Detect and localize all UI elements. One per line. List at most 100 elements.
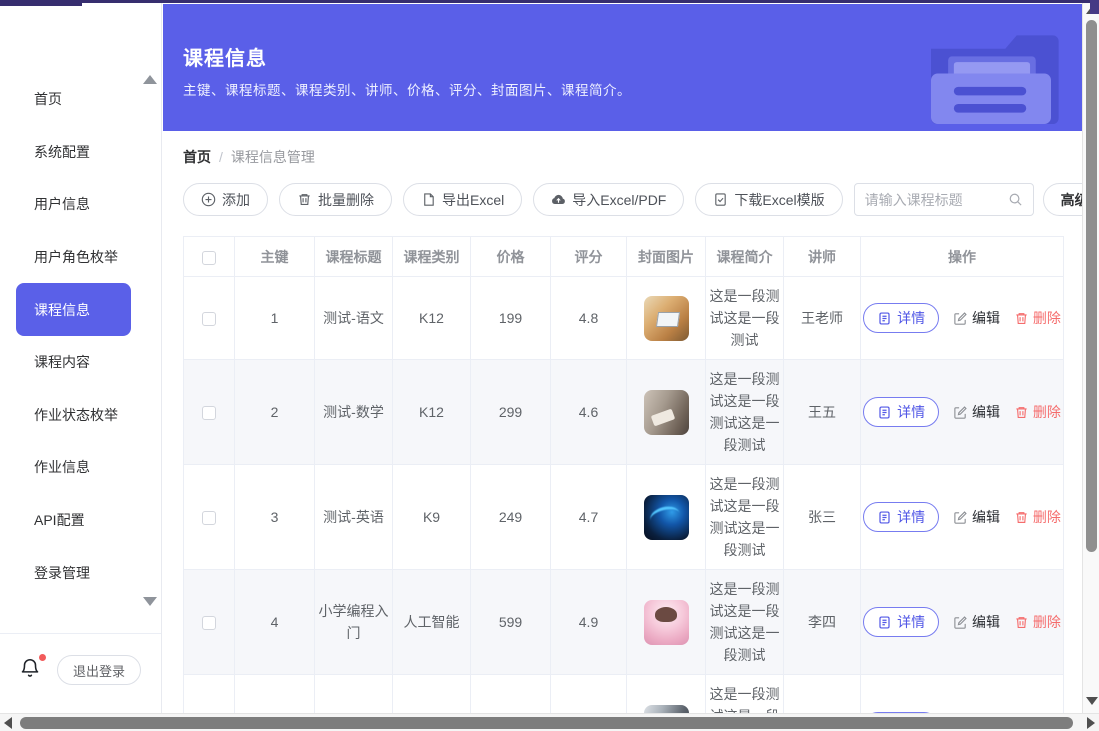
cell-course-category: K9 <box>393 675 471 714</box>
row-checkbox[interactable] <box>202 406 216 420</box>
sidebar-item[interactable]: 用户角色枚举 <box>0 231 161 284</box>
download-template-button[interactable]: 下载Excel模版 <box>695 183 842 216</box>
cell-price: 249 <box>471 465 551 570</box>
scroll-down-arrow-icon[interactable] <box>1086 697 1098 705</box>
column-header: 讲师 <box>784 237 861 277</box>
sidebar-item[interactable]: 课程信息 <box>16 283 131 336</box>
detail-document-icon <box>877 405 892 420</box>
vertical-scrollbar[interactable] <box>1082 0 1099 713</box>
delete-trash-icon <box>1014 615 1029 630</box>
breadcrumb-current: 课程信息管理 <box>231 147 315 167</box>
breadcrumb: 首页 / 课程信息管理 <box>183 147 1063 167</box>
detail-document-icon <box>877 615 892 630</box>
cell-course-title: 测试-英语 <box>315 465 393 570</box>
search-input[interactable] <box>865 192 1008 208</box>
horizontal-scrollbar[interactable] <box>0 713 1099 731</box>
cell-teacher: 王五 <box>784 675 861 714</box>
sidebar-item-label: 用户信息 <box>34 194 90 214</box>
row-checkbox[interactable] <box>202 511 216 525</box>
cell-price: 299 <box>471 360 551 465</box>
sidebar-item[interactable]: 系统配置 <box>0 126 161 179</box>
table-body: 1 测试-语文 K12 199 4.8 这是一段测试这是一段测试 王老师 详情 … <box>184 277 1064 714</box>
detail-button[interactable]: 详情 <box>863 607 939 637</box>
detail-document-icon <box>877 510 892 525</box>
search-icon[interactable] <box>1008 192 1023 207</box>
table-wrap: 主键课程标题课程类别价格评分封面图片课程简介讲师操作 1 测试-语文 K12 1… <box>183 236 1063 713</box>
edit-button[interactable]: 编辑 <box>953 612 1000 632</box>
sidebar-item[interactable]: 作业状态枚举 <box>0 389 161 442</box>
cell-primary-key: 5 <box>235 675 315 714</box>
cell-cover <box>627 675 706 714</box>
logout-button[interactable]: 退出登录 <box>57 655 141 685</box>
breadcrumb-home[interactable]: 首页 <box>183 147 211 167</box>
scroll-left-arrow-icon[interactable] <box>4 717 12 729</box>
column-header: 操作 <box>861 237 1064 277</box>
import-excel-button[interactable]: 导入Excel/PDF <box>533 183 684 216</box>
row-checkbox[interactable] <box>202 616 216 630</box>
edit-icon <box>953 405 968 420</box>
add-button[interactable]: 添加 <box>183 183 268 216</box>
edit-icon <box>953 615 968 630</box>
notification-dot <box>39 654 46 661</box>
sidebar-item[interactable]: 用户信息 <box>0 178 161 231</box>
search-box <box>854 183 1034 216</box>
delete-trash-icon <box>1014 405 1029 420</box>
edit-button[interactable]: 编辑 <box>953 402 1000 422</box>
export-excel-button[interactable]: 导出Excel <box>403 183 522 216</box>
notification-bell-button[interactable] <box>19 656 45 682</box>
sidebar-item-label: 用户角色枚举 <box>34 247 118 267</box>
detail-button[interactable]: 详情 <box>863 303 939 333</box>
cover-image[interactable] <box>644 600 689 645</box>
cover-image[interactable] <box>644 705 689 714</box>
sidebar-scroll-down-icon[interactable] <box>143 597 157 606</box>
row-checkbox[interactable] <box>202 312 216 326</box>
cell-price: 350 <box>471 675 551 714</box>
table-row: 4 小学编程入门 人工智能 599 4.9 这是一段测试这是一段测试这是一段测试… <box>184 570 1064 675</box>
sidebar-item-label: 课程信息 <box>34 300 90 320</box>
vertical-scrollbar-thumb[interactable] <box>1086 20 1097 552</box>
advanced-search-button[interactable]: 高级搜索 <box>1043 183 1082 216</box>
sidebar-item[interactable]: 登录管理 <box>0 546 161 599</box>
sidebar-item[interactable]: 首页 <box>0 73 161 126</box>
sidebar-item[interactable]: 课程内容 <box>0 336 161 389</box>
upload-cloud-icon <box>551 192 566 207</box>
select-all-header <box>184 237 235 277</box>
cell-actions: 详情 编辑 删除 <box>861 570 1064 675</box>
sidebar-item[interactable]: 作业信息 <box>0 441 161 494</box>
select-all-checkbox[interactable] <box>202 251 216 265</box>
edit-button[interactable]: 编辑 <box>953 507 1000 527</box>
delete-button[interactable]: 删除 <box>1014 402 1061 422</box>
delete-button[interactable]: 删除 <box>1014 507 1061 527</box>
sidebar-item[interactable]: API配置 <box>0 494 161 547</box>
sidebar-nav: 首页 系统配置 用户信息 用户角色枚举 课程信息 课程内容 作业状态枚举 作业信… <box>0 73 161 599</box>
cell-course-title: 小学编程入门 <box>315 570 393 675</box>
row-select-cell <box>184 360 235 465</box>
cell-course-title: 测试-政治 <box>315 675 393 714</box>
cell-course-title: 测试-语文 <box>315 277 393 360</box>
scroll-right-arrow-icon[interactable] <box>1087 717 1095 729</box>
horizontal-scrollbar-thumb[interactable] <box>20 717 1073 729</box>
delete-button[interactable]: 删除 <box>1014 612 1061 632</box>
detail-button[interactable]: 详情 <box>863 397 939 427</box>
edit-button[interactable]: 编辑 <box>953 308 1000 328</box>
sidebar-item-label: 作业信息 <box>34 457 90 477</box>
column-header: 封面图片 <box>627 237 706 277</box>
cell-primary-key: 4 <box>235 570 315 675</box>
batch-delete-button[interactable]: 批量删除 <box>279 183 392 216</box>
column-header: 课程类别 <box>393 237 471 277</box>
window-top-border <box>0 0 1099 3</box>
detail-button[interactable]: 详情 <box>863 502 939 532</box>
toolbar: 添加 批量删除 导出Excel 导入Excel/PDF 下载Excel模版 <box>183 183 1063 216</box>
cell-cover <box>627 570 706 675</box>
table-row: 1 测试-语文 K12 199 4.8 这是一段测试这是一段测试 王老师 详情 … <box>184 277 1064 360</box>
delete-button[interactable]: 删除 <box>1014 308 1061 328</box>
cover-image[interactable] <box>644 390 689 435</box>
edit-icon <box>953 510 968 525</box>
cell-intro: 这是一段测试这是一段测试这是一段测试 <box>706 465 784 570</box>
cover-image[interactable] <box>644 495 689 540</box>
cell-intro: 这是一段测试这是一段测试 <box>706 277 784 360</box>
cell-teacher: 李四 <box>784 570 861 675</box>
cover-image[interactable] <box>644 296 689 341</box>
cell-course-category: 人工智能 <box>393 570 471 675</box>
cell-primary-key: 1 <box>235 277 315 360</box>
